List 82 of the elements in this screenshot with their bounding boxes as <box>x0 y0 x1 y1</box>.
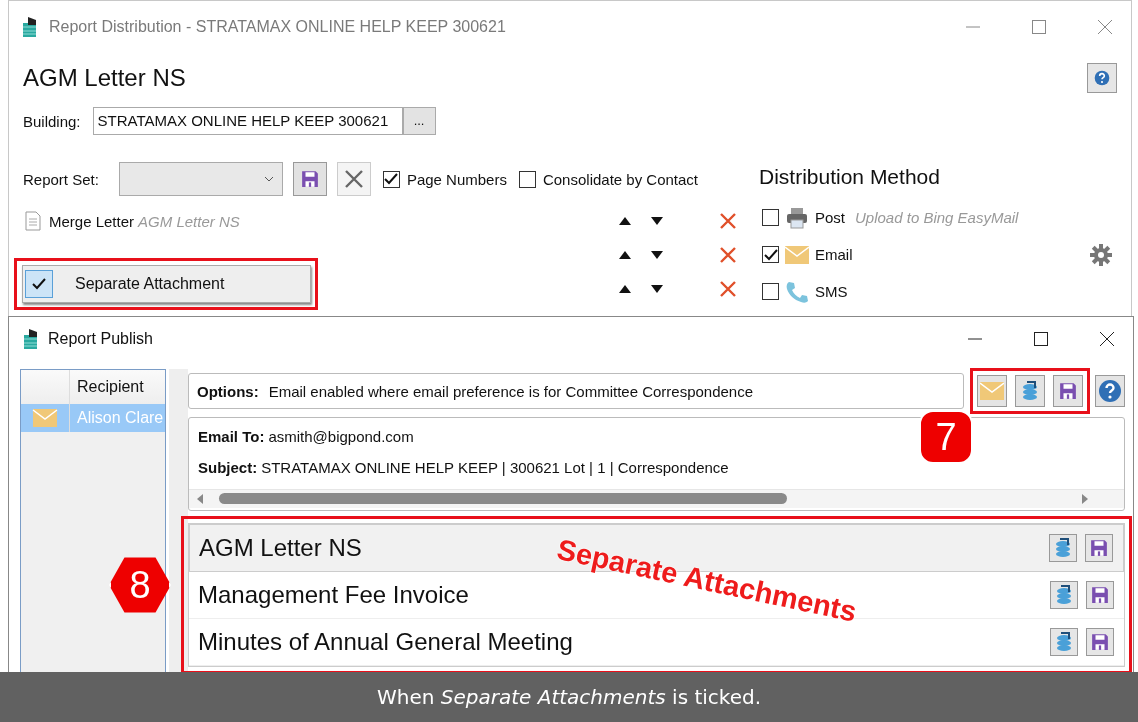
option-label: Consolidate by Contact <box>542 170 699 188</box>
checkbox[interactable] <box>762 283 779 300</box>
email-to-label: Email To: <box>198 428 265 447</box>
save-button[interactable] <box>1053 375 1083 407</box>
delete-icon[interactable] <box>719 280 737 298</box>
menu-item[interactable]: Separate Attachment <box>75 275 225 293</box>
checkbox[interactable] <box>762 209 779 226</box>
save-button[interactable] <box>292 162 327 196</box>
checkbox[interactable] <box>518 170 536 188</box>
browse-button[interactable]: ... <box>402 107 436 135</box>
delete-icon[interactable] <box>719 212 737 230</box>
help-icon <box>1098 379 1122 403</box>
subject-value: STRATAMAX ONLINE HELP KEEP | 300621 Lot | 1 | Correspondence <box>261 459 729 478</box>
field-label: Report Set: <box>23 170 99 188</box>
database-icon <box>1021 381 1039 401</box>
report-name: Merge Letter <box>49 212 135 230</box>
checkbox[interactable] <box>762 246 779 263</box>
envelope-icon <box>980 382 1004 400</box>
report-title: AGM Letter NS <box>23 64 186 92</box>
method-note: Upload to Bing EasyMail <box>855 209 1019 226</box>
maximize-icon[interactable] <box>1033 331 1049 347</box>
splitter[interactable] <box>166 369 188 675</box>
printer-icon <box>786 206 808 229</box>
move-down-icon[interactable] <box>651 251 663 259</box>
section-heading: Distribution Method <box>759 165 941 190</box>
building-field[interactable]: STRATAMAX ONLINE HELP KEEP 300621 <box>92 107 403 135</box>
database-button[interactable] <box>1050 581 1078 609</box>
attachment-name: AGM Letter NS <box>199 534 362 562</box>
phone-icon <box>785 279 809 304</box>
delete-button[interactable] <box>336 162 371 196</box>
app-icon <box>22 328 40 350</box>
field-label: Building: <box>23 112 81 130</box>
database-button[interactable] <box>1015 375 1045 407</box>
attachment-name: Management Fee Invoice <box>198 581 469 609</box>
method-label: Email <box>815 246 853 263</box>
database-icon <box>1054 538 1072 558</box>
subject-label: Subject: <box>198 459 258 478</box>
help-button[interactable] <box>1095 375 1125 407</box>
move-down-icon[interactable] <box>651 285 663 293</box>
email-to-value: asmith@bigpond.com <box>268 428 414 447</box>
save-icon <box>1091 586 1109 604</box>
email-button[interactable] <box>977 375 1007 407</box>
move-down-icon[interactable] <box>651 217 663 225</box>
save-icon <box>1059 382 1077 400</box>
move-up-icon[interactable] <box>619 251 631 259</box>
options-text: Email enabled where email preference is for Committee Correspondence <box>268 382 754 400</box>
database-icon <box>1055 585 1073 605</box>
scrollbar[interactable] <box>189 489 1124 508</box>
save-icon <box>1090 539 1108 557</box>
delete-icon[interactable] <box>719 246 737 264</box>
app-icon <box>21 16 39 38</box>
save-button[interactable] <box>1086 628 1114 656</box>
save-icon <box>300 170 319 188</box>
method-label: SMS <box>815 283 848 300</box>
close-icon[interactable] <box>1099 331 1115 347</box>
close-icon <box>342 168 365 190</box>
save-icon <box>1091 633 1109 651</box>
chevron-down-icon <box>263 176 274 182</box>
settings-icon[interactable] <box>1089 242 1113 267</box>
database-icon <box>1055 632 1073 652</box>
database-button[interactable] <box>1050 628 1078 656</box>
move-up-icon[interactable] <box>619 217 631 225</box>
save-button[interactable] <box>1086 581 1114 609</box>
envelope-icon <box>785 245 809 264</box>
recipient-name: Alison Clare <box>76 409 164 427</box>
move-up-icon[interactable] <box>619 285 631 293</box>
window-title: Report Publish <box>48 330 153 348</box>
report-detail: AGM Letter NS <box>138 212 240 230</box>
callout-badge: 7 <box>919 410 973 464</box>
checkbox[interactable] <box>382 170 400 188</box>
column-header: Recipient <box>76 378 144 396</box>
caption: When Separate Attachments is ticked. <box>376 685 762 709</box>
save-button[interactable] <box>1085 534 1113 562</box>
option-label: Page Numbers <box>406 170 507 188</box>
method-label: Post <box>815 209 845 226</box>
envelope-icon <box>30 409 60 427</box>
database-button[interactable] <box>1049 534 1077 562</box>
options-label: Options: <box>197 382 259 400</box>
help-button[interactable] <box>1087 63 1117 93</box>
window-title: Report Distribution - STRATAMAX ONLINE HELP KEEP 300621 <box>49 18 506 36</box>
attachment-name: Minutes of Annual General Meeting <box>198 628 573 656</box>
document-icon <box>25 211 41 231</box>
